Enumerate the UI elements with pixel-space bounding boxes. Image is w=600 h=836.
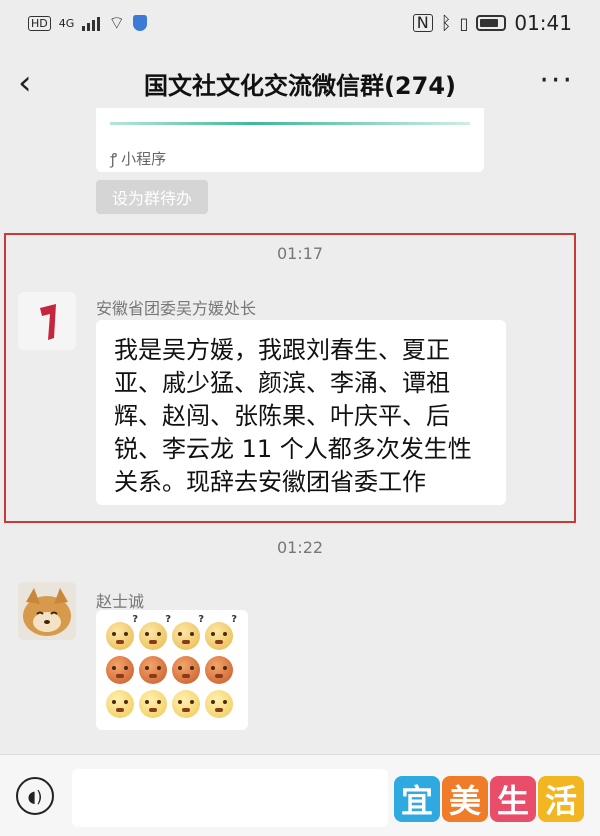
status-left: HD 4G ⌔ (28, 12, 148, 35)
vibrate-icon: ▯ (459, 13, 469, 33)
logo-avatar-icon (18, 292, 76, 350)
confused-face-icon (205, 614, 237, 650)
chat-title: 国文社文化交流微信群(274) (143, 71, 457, 100)
more-options-icon[interactable]: ··· (539, 66, 574, 96)
angry-face-icon (139, 656, 167, 684)
angry-face-icon (106, 656, 134, 684)
mini-program-progress-line (110, 122, 470, 125)
shocked-face-icon (139, 690, 167, 718)
watermark-logo: 宜美生活 (394, 776, 584, 822)
set-group-todo-button[interactable]: 设为群待办 (96, 180, 208, 214)
watermark-char: 生 (490, 776, 536, 822)
message-timestamp: 01:17 (276, 244, 324, 263)
message-bubble[interactable]: 我是吴方媛，我跟刘春生、夏正亚、戚少猛、颜滨、李涌、谭祖辉、赵闯、张陈果、叶庆平… (96, 320, 506, 505)
battery-icon (476, 15, 507, 31)
sender-name: 赵士诚 (96, 592, 145, 611)
wifi-icon: ⌔ (108, 12, 126, 34)
confused-face-icon (172, 614, 204, 650)
shield-icon (133, 15, 148, 31)
watermark-char: 美 (442, 776, 488, 822)
sender-name: 安徽省团委吴方媛处长 (96, 299, 257, 318)
bluetooth-icon: ᛒ (440, 12, 452, 34)
message-timestamp: 01:22 (276, 538, 324, 557)
shocked-face-icon (205, 690, 233, 718)
back-arrow-icon[interactable]: ‹ (18, 64, 50, 102)
avatar[interactable] (18, 292, 76, 350)
voice-icon[interactable]: ◖) (16, 777, 54, 815)
mini-program-label-row: ꝭ 小程序 (110, 148, 166, 169)
watermark-char: 宜 (394, 776, 440, 822)
network-label: 4G (58, 16, 75, 30)
watermark-char: 活 (538, 776, 584, 822)
confused-face-icon (139, 614, 171, 650)
signal-icon (82, 15, 101, 31)
status-right: N ᛒ ▯ 01:41 (412, 11, 572, 35)
link-icon: ꝭ (110, 150, 118, 168)
message-input[interactable] (72, 769, 388, 827)
shocked-face-icon (172, 690, 200, 718)
emoji-message-bubble[interactable] (96, 610, 248, 730)
angry-face-icon (172, 656, 200, 684)
mini-program-label: 小程序 (121, 150, 167, 168)
status-bar: HD 4G ⌔ N ᛒ ▯ 01:41 (0, 0, 600, 46)
confused-face-icon (106, 614, 138, 650)
shocked-face-icon (106, 690, 134, 718)
status-time: 01:41 (514, 11, 572, 35)
angry-face-icon (205, 656, 233, 684)
nfc-icon: N (412, 14, 433, 32)
dog-avatar-icon (18, 582, 76, 640)
mini-program-card[interactable]: ꝭ 小程序 (96, 108, 484, 172)
avatar[interactable] (18, 582, 76, 640)
hd-badge: HD (28, 15, 51, 31)
